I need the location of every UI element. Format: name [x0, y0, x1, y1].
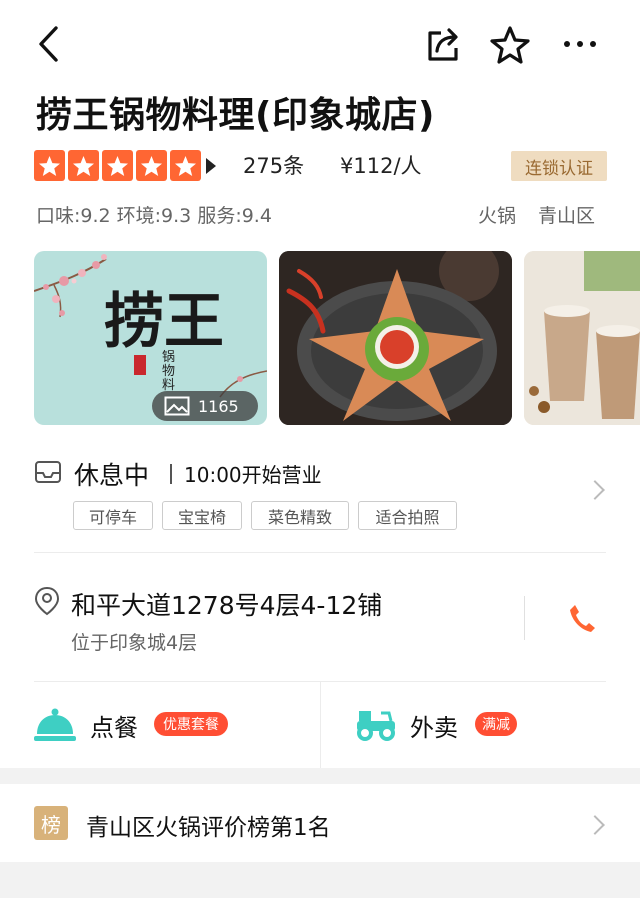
tag-baby-chair: 宝宝椅 [162, 501, 242, 530]
logo-subtext: 锅物料 [162, 350, 176, 393]
dish-illustration [279, 251, 512, 425]
status-divider [170, 464, 172, 484]
section-divider [34, 552, 606, 553]
review-count[interactable]: 275条 [243, 150, 304, 180]
image-icon [164, 396, 190, 416]
phone-icon [570, 605, 595, 632]
opening-hours: 10:00开始营业 [184, 463, 322, 487]
category-label[interactable]: 火锅 [478, 201, 516, 228]
logo-text: 捞王 [104, 287, 224, 357]
section-gap [0, 768, 640, 784]
cloche-icon [34, 708, 76, 741]
photo-drinks[interactable] [524, 251, 640, 425]
shop-title: 捞王锅物料理(印象城店) [36, 95, 435, 136]
takeout-badge: 满减 [475, 712, 517, 736]
address-main[interactable]: 和平大道1278号4层4-12铺 [71, 586, 382, 622]
chevron-left-icon [39, 26, 58, 62]
tag-fine-dishes: 菜色精致 [251, 501, 349, 530]
rating-star-icon [170, 150, 201, 181]
location-pin-icon [34, 586, 60, 620]
scooter-icon [357, 711, 395, 741]
ranking-text: 青山区火锅评价榜第1名 [86, 815, 331, 841]
ranking-chevron-icon [585, 815, 605, 835]
photo-logo[interactable]: 捞王 锅物料 1165 [34, 251, 267, 425]
rating-star-icon [102, 150, 133, 181]
more-icon [564, 41, 596, 47]
shop-status-icon [34, 459, 62, 489]
order-badge: 优惠套餐 [154, 712, 228, 736]
status-chevron-icon[interactable] [585, 480, 605, 500]
photo-count-badge[interactable]: 1165 [152, 391, 258, 421]
score-summary: 口味:9.2 环境:9.3 服务:9.4 [36, 205, 272, 227]
district-label[interactable]: 青山区 [538, 201, 595, 228]
phone-divider [524, 596, 525, 640]
photo-dish[interactable] [279, 251, 512, 425]
order-label: 点餐 [90, 714, 138, 742]
share-icon [428, 28, 458, 61]
back-button[interactable] [28, 22, 68, 66]
rating-star-icon [34, 150, 65, 181]
chain-badge: 连锁认证 [511, 151, 607, 181]
rating-star-icon [136, 150, 167, 181]
share-button[interactable] [420, 22, 466, 68]
takeout-label: 外卖 [410, 714, 458, 742]
photo-count: 1165 [198, 396, 239, 416]
more-button[interactable] [558, 24, 602, 64]
favorite-button[interactable] [486, 22, 534, 68]
star-outline-icon [490, 26, 530, 64]
seal-stamp [134, 355, 146, 375]
tag-parking: 可停车 [73, 501, 153, 530]
address-sub: 位于印象城4层 [71, 632, 198, 654]
avg-price: ¥112/人 [340, 154, 422, 178]
rating-star-icon [68, 150, 99, 181]
ranking-icon: 榜 [34, 806, 68, 840]
order-entry[interactable]: 点餐 优惠套餐 [0, 682, 320, 768]
status-state: 休息中 [74, 461, 150, 490]
drinks-illustration [524, 251, 640, 425]
phone-button[interactable] [560, 598, 604, 638]
tag-photogenic: 适合拍照 [358, 501, 457, 530]
ranking-entry[interactable]: 榜 青山区火锅评价榜第1名 [0, 784, 640, 864]
takeout-entry[interactable]: 外卖 满减 [321, 682, 640, 768]
rating-stars [34, 150, 201, 181]
rating-arrow-icon[interactable] [206, 158, 216, 174]
bottom-gap [0, 862, 640, 898]
